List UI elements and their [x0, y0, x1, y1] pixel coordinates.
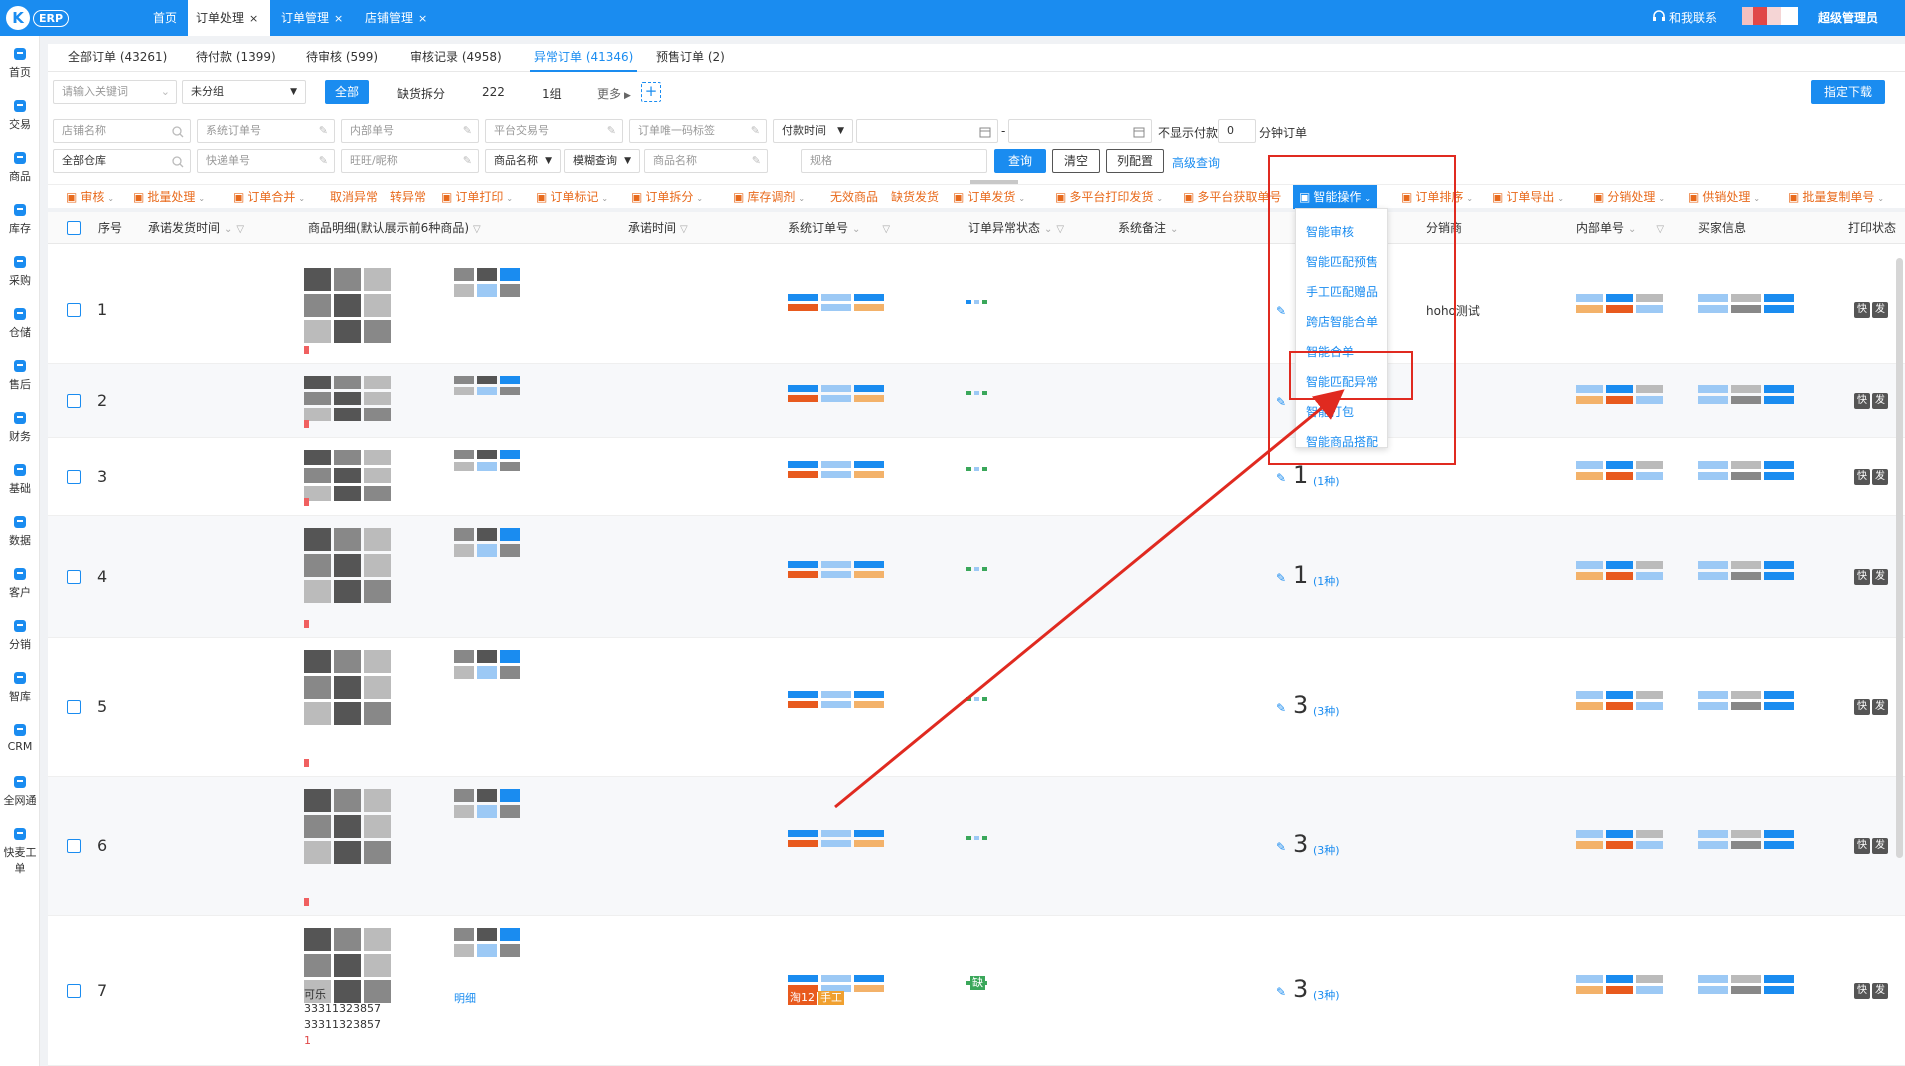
- annotation-arrow: [834, 389, 1345, 809]
